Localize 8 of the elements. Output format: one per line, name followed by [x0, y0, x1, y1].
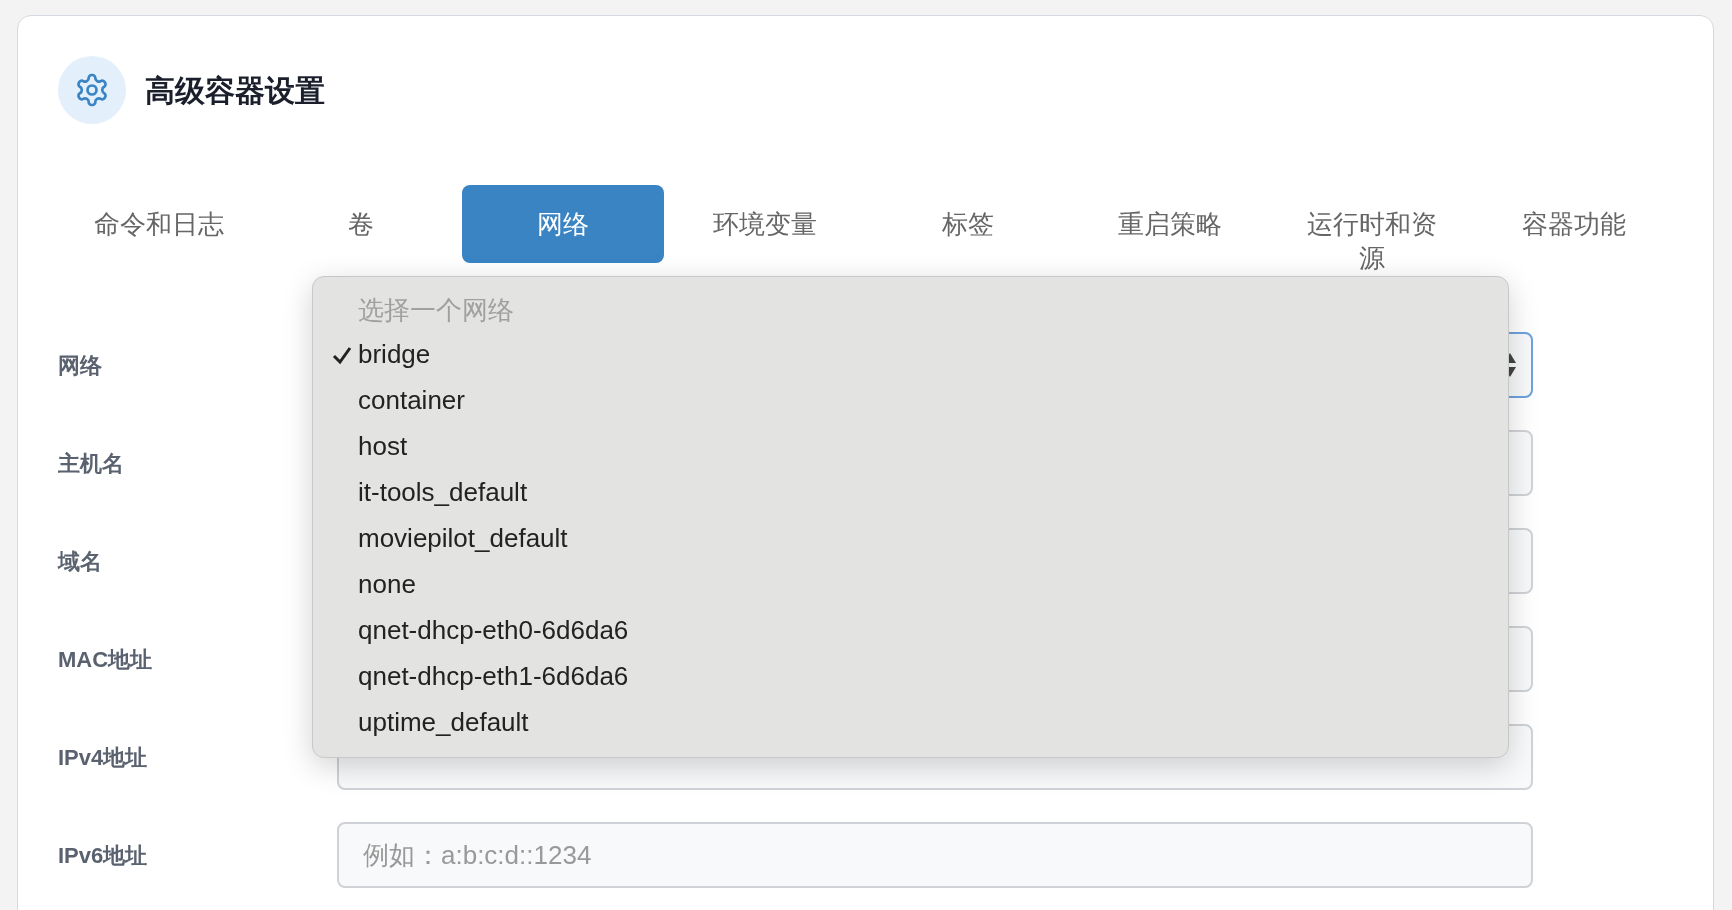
field-label: 网络	[58, 351, 103, 380]
field-label: IPv6地址	[58, 841, 149, 870]
field-label: 主机名	[58, 449, 125, 478]
field-label: IPv4地址	[58, 743, 149, 772]
disabled-menu-option: 选择一个网络	[313, 289, 1508, 331]
card-title: 高级容器设置	[145, 72, 325, 109]
field-label: 域名	[58, 547, 103, 576]
field-label: MAC地址	[58, 645, 154, 674]
